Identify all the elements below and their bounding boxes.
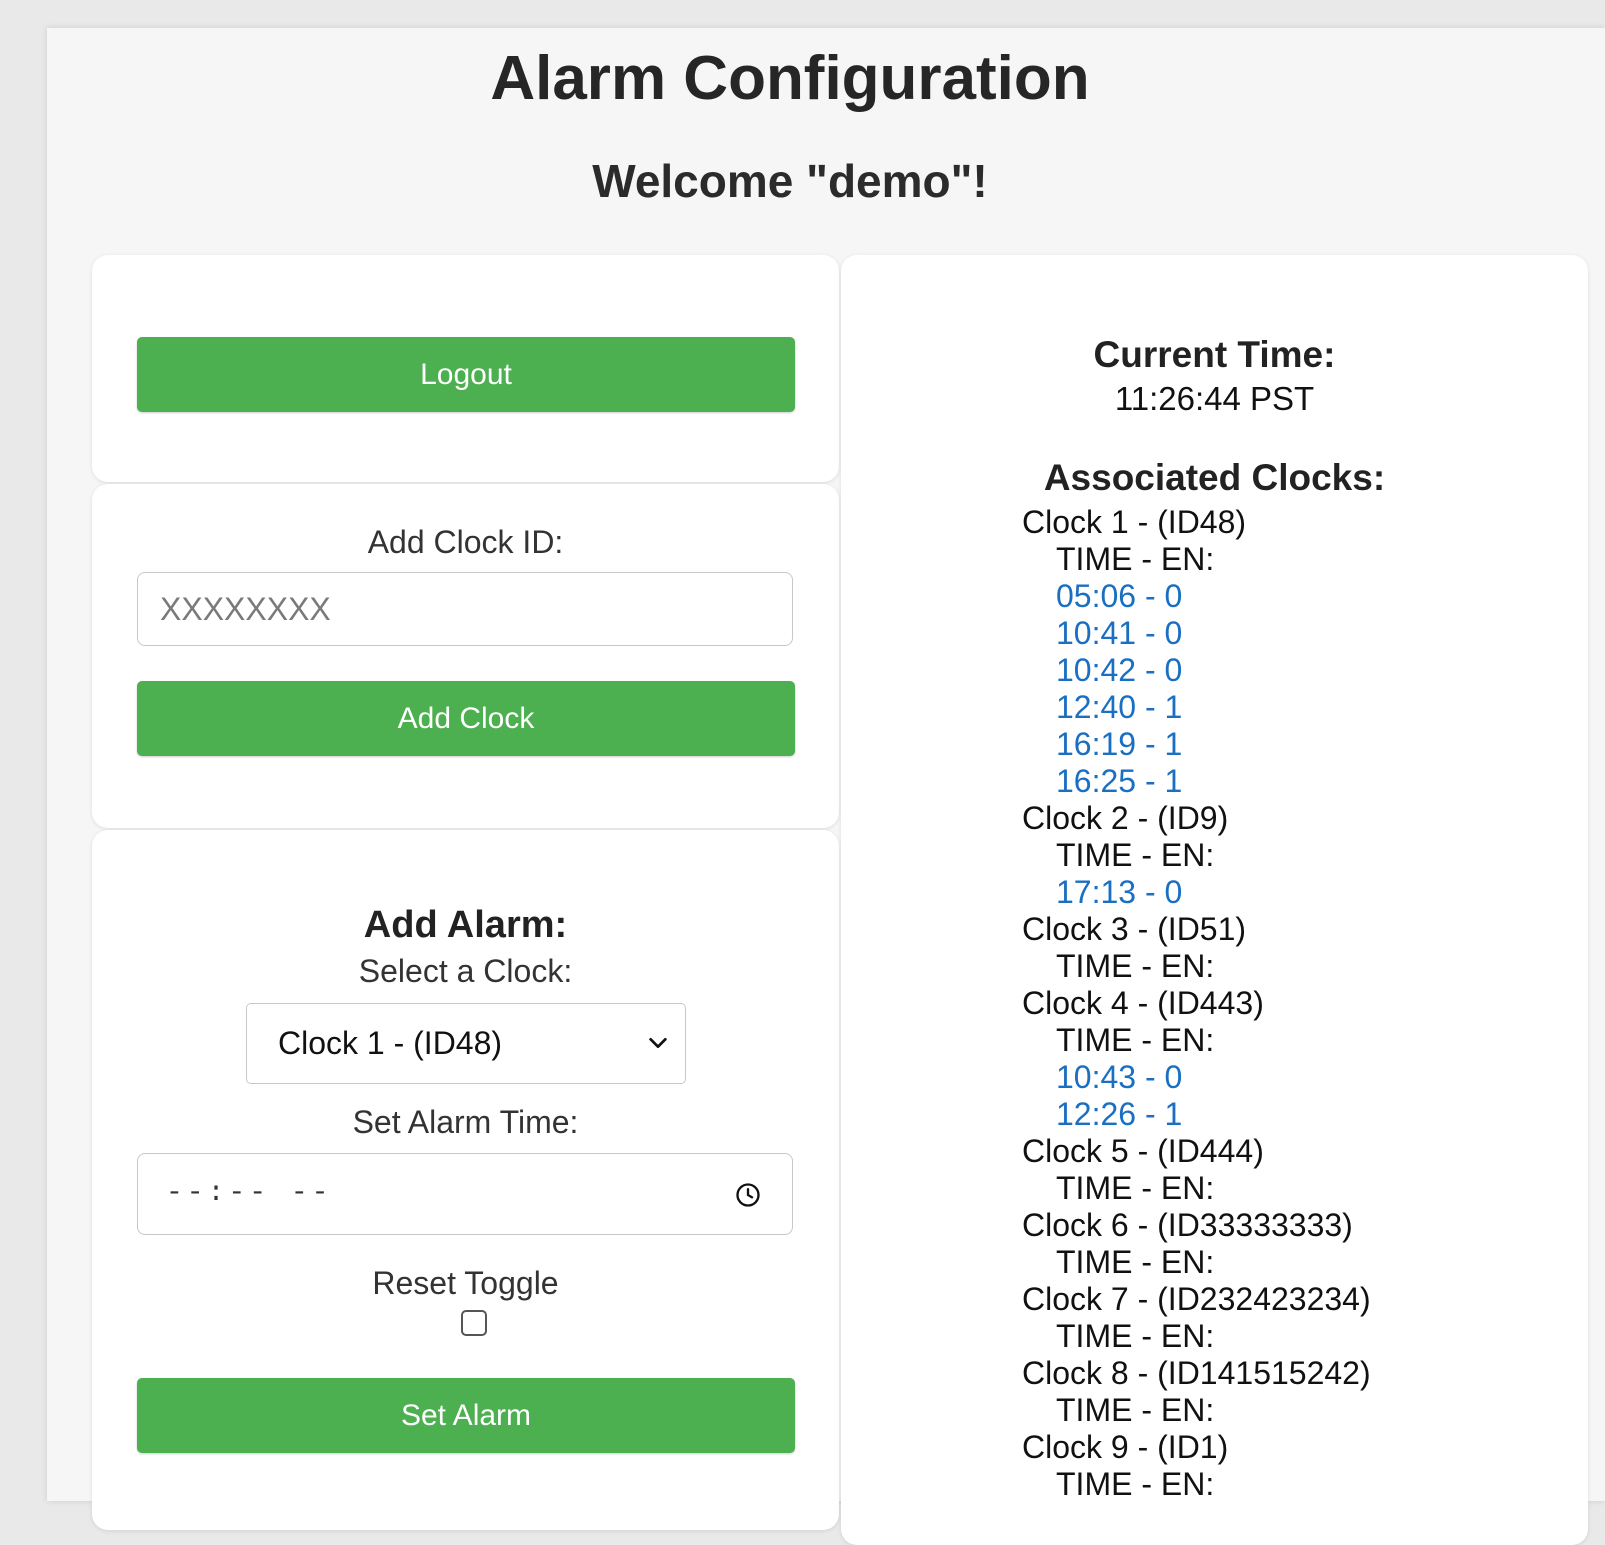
time-en-label: TIME - EN: bbox=[1056, 1318, 1215, 1354]
add-alarm-heading: Add Alarm: bbox=[363, 904, 568, 946]
alarm-entry[interactable]: 12:40 - 1 bbox=[1022, 689, 1582, 726]
logout-button[interactable]: Logout bbox=[137, 337, 795, 412]
clock-list-item: Clock 5 - (ID444) bbox=[1022, 1133, 1264, 1169]
clock-icon[interactable] bbox=[734, 1181, 762, 1209]
current-time-heading: Current Time: bbox=[1093, 334, 1336, 375]
chevron-down-icon bbox=[649, 1037, 667, 1049]
clock-list-item: Clock 6 - (ID33333333) bbox=[1022, 1207, 1353, 1243]
clock-list-item: Clock 4 - (ID443) bbox=[1022, 985, 1264, 1021]
alarm-entry[interactable]: 05:06 - 0 bbox=[1022, 578, 1582, 615]
time-en-label: TIME - EN: bbox=[1056, 948, 1215, 984]
clock-select[interactable]: Clock 1 - (ID48) bbox=[246, 1003, 686, 1084]
alarm-entry[interactable]: 10:43 - 0 bbox=[1022, 1059, 1582, 1096]
current-time-value: 11:26:44 PST bbox=[1114, 380, 1315, 417]
time-en-label: TIME - EN: bbox=[1056, 1392, 1215, 1428]
alarm-time-label: Set Alarm Time: bbox=[352, 1104, 579, 1140]
alarm-entry[interactable]: 12:26 - 1 bbox=[1022, 1096, 1582, 1133]
alarm-entry[interactable]: 16:19 - 1 bbox=[1022, 726, 1582, 763]
alarm-entry[interactable]: 10:42 - 0 bbox=[1022, 652, 1582, 689]
set-alarm-button[interactable]: Set Alarm bbox=[137, 1378, 795, 1453]
add-clock-button[interactable]: Add Clock bbox=[137, 681, 795, 756]
alarm-time-input[interactable]: --:-- -- bbox=[137, 1153, 793, 1235]
clock-id-input[interactable]: XXXXXXXX bbox=[137, 572, 793, 646]
clock-list: Clock 1 - (ID48) TIME - EN: 05:06 - 0 10:41… bbox=[1022, 504, 1582, 1503]
alarm-entry[interactable]: 10:41 - 0 bbox=[1022, 615, 1582, 652]
time-en-label: TIME - EN: bbox=[1056, 541, 1215, 577]
reset-toggle-label: Reset Toggle bbox=[372, 1265, 559, 1301]
clock-select-value: Clock 1 - (ID48) bbox=[278, 1025, 503, 1061]
clock-list-item: Clock 1 - (ID48) bbox=[1022, 504, 1247, 540]
clock-list-item: Clock 2 - (ID9) bbox=[1022, 800, 1229, 836]
time-en-label: TIME - EN: bbox=[1056, 837, 1215, 873]
alarm-time-placeholder: --:-- -- bbox=[166, 1178, 333, 1209]
clock-list-item: Clock 7 - (ID232423234) bbox=[1022, 1281, 1371, 1317]
clock-list-item: Clock 8 - (ID141515242) bbox=[1022, 1355, 1371, 1391]
associated-clocks-heading: Associated Clocks: bbox=[1043, 457, 1386, 498]
alarm-entry[interactable]: 16:25 - 1 bbox=[1022, 763, 1582, 800]
reset-toggle-checkbox[interactable] bbox=[461, 1310, 487, 1336]
add-clock-label: Add Clock ID: bbox=[367, 524, 564, 560]
time-en-label: TIME - EN: bbox=[1056, 1466, 1215, 1502]
time-en-label: TIME - EN: bbox=[1056, 1022, 1215, 1058]
time-en-label: TIME - EN: bbox=[1056, 1170, 1215, 1206]
alarm-entry[interactable]: 17:13 - 0 bbox=[1022, 874, 1582, 911]
clock-list-item: Clock 3 - (ID51) bbox=[1022, 911, 1247, 947]
welcome-message: Welcome "demo"! bbox=[592, 155, 988, 207]
time-en-label: TIME - EN: bbox=[1056, 1244, 1215, 1280]
clock-list-item: Clock 9 - (ID1) bbox=[1022, 1429, 1229, 1465]
page-title: Alarm Configuration bbox=[490, 44, 1090, 113]
select-clock-label: Select a Clock: bbox=[358, 953, 573, 989]
